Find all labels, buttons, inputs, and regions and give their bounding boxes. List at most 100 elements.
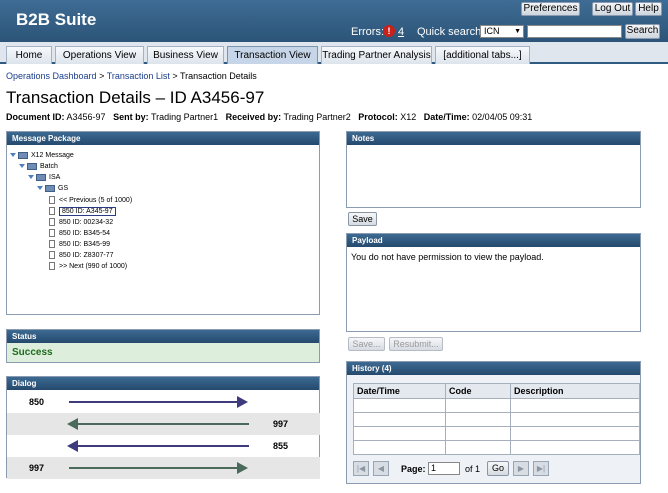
quick-search-label: Quick search: <box>417 26 485 38</box>
tree-node-gs[interactable]: GS <box>37 183 68 194</box>
errors-count-link[interactable]: 4 <box>398 26 404 38</box>
dialog-title: Dialog <box>7 377 319 390</box>
tree-node-x12-message[interactable]: X12 Message <box>10 150 74 161</box>
payload-save-button[interactable]: Save... <box>348 337 385 351</box>
message-type-label: 997 <box>29 463 45 473</box>
go-button[interactable]: Go <box>487 461 509 476</box>
breadcrumb-transaction-list[interactable]: Transaction List <box>107 71 170 81</box>
errors-label: Errors: <box>351 26 384 38</box>
payload-panel: Payload You do not have permission to vi… <box>346 233 641 332</box>
column-header-datetime[interactable]: Date/Time <box>353 383 446 399</box>
arrow-left-icon <box>77 445 249 447</box>
prev-page-icon[interactable]: ◀ <box>373 461 389 476</box>
tab-home[interactable]: Home <box>6 46 52 64</box>
expand-icon[interactable] <box>19 164 25 169</box>
column-header-description[interactable]: Description <box>510 383 640 399</box>
app-title: B2B Suite <box>16 10 97 29</box>
doc-id-value: A3456-97 <box>66 112 106 122</box>
doc-id-label: Document ID: <box>6 112 65 122</box>
table-row[interactable] <box>353 440 640 455</box>
column-header-code[interactable]: Code <box>445 383 511 399</box>
notes-textarea[interactable] <box>347 145 640 207</box>
help-button[interactable]: Help <box>635 2 662 16</box>
message-package-title: Message Package <box>7 132 319 145</box>
datetime-value: 02/04/05 09:31 <box>472 112 533 122</box>
arrow-right-icon <box>69 401 239 403</box>
logout-button[interactable]: Log Out <box>592 2 633 16</box>
tab-business-view[interactable]: Business View <box>147 46 224 64</box>
table-row[interactable] <box>353 426 640 441</box>
message-type-label: 850 <box>29 397 45 407</box>
resubmit-button[interactable]: Resubmit... <box>389 337 443 351</box>
payload-message: You do not have permission to view the p… <box>351 252 544 262</box>
document-icon <box>49 240 55 249</box>
folder-icon <box>45 184 55 192</box>
tree-node-batch[interactable]: Batch <box>19 161 58 172</box>
page-label: Page: <box>401 464 426 474</box>
expand-icon[interactable] <box>37 186 43 191</box>
tree-item[interactable]: 850 ID: Z8307-77 <box>49 250 113 261</box>
tree-item[interactable]: 850 ID: B345-99 <box>49 239 110 250</box>
datetime-label: Date/Time: <box>423 112 470 122</box>
tree-item-previous[interactable]: << Previous (5 of 1000) <box>49 195 132 206</box>
dialog-panel: Dialog 850 997 855 997 <box>6 376 320 479</box>
page-number-input[interactable]: 1 <box>428 462 460 475</box>
received-by-label: Received by: <box>225 112 282 122</box>
page-of-label: of 1 <box>465 464 481 474</box>
transaction-meta: Document ID: A3456-97 Sent by: Trading P… <box>6 112 532 122</box>
dialog-row: 855 <box>7 435 320 457</box>
status-value: Success <box>7 343 319 362</box>
first-page-icon[interactable]: |◀ <box>353 461 369 476</box>
history-table: Date/Time Code Description <box>353 383 640 455</box>
tree-item-selected[interactable]: 850 ID: A345-97 <box>49 206 116 217</box>
dialog-row: 850 <box>7 391 320 413</box>
chevron-down-icon: ▼ <box>514 28 521 35</box>
received-by-value: Trading Partner2 <box>283 112 351 122</box>
message-type-label: 855 <box>273 441 289 451</box>
tab-transaction-view[interactable]: Transaction View <box>227 46 318 64</box>
protocol-value: X12 <box>400 112 417 122</box>
message-type-label: 997 <box>273 419 289 429</box>
document-icon <box>49 229 55 238</box>
quick-search-type-select[interactable]: ICN ▼ <box>480 25 524 38</box>
arrow-left-icon <box>77 423 249 425</box>
breadcrumb-separator: > <box>99 71 105 81</box>
expand-icon[interactable] <box>10 153 16 158</box>
app-header: B2B Suite Preferences Log Out Help Error… <box>0 0 668 42</box>
expand-icon[interactable] <box>28 175 34 180</box>
last-page-icon[interactable]: ▶| <box>533 461 549 476</box>
notes-save-button[interactable]: Save <box>348 212 377 226</box>
history-panel: History (4) Date/Time Code Description |… <box>346 361 641 484</box>
quick-search-input[interactable] <box>527 25 622 38</box>
tree-item[interactable]: 850 ID: 00234-32 <box>49 217 113 228</box>
breadcrumb-current: Transaction Details <box>180 71 257 81</box>
tab-additional[interactable]: [additional tabs...] <box>435 46 530 64</box>
status-panel: Status Success <box>6 329 320 363</box>
next-page-icon[interactable]: ▶ <box>513 461 529 476</box>
breadcrumb-operations-dashboard[interactable]: Operations Dashboard <box>6 71 97 81</box>
search-button[interactable]: Search <box>625 24 660 39</box>
preferences-button[interactable]: Preferences <box>521 2 580 16</box>
document-icon <box>49 262 55 271</box>
tree-node-isa[interactable]: ISA <box>28 172 60 183</box>
sent-by-label: Sent by: <box>113 112 149 122</box>
folder-icon <box>36 173 46 181</box>
table-row[interactable] <box>353 412 640 427</box>
breadcrumb-separator: > <box>172 71 178 81</box>
history-pager: |◀ ◀ Page: 1 of 1 Go ▶ ▶| <box>353 461 553 479</box>
table-header-row: Date/Time Code Description <box>353 383 640 399</box>
error-icon[interactable]: ! <box>383 25 395 37</box>
table-row[interactable] <box>353 398 640 413</box>
dialog-row: 997 <box>7 413 320 435</box>
document-icon <box>49 207 55 216</box>
tab-operations-view[interactable]: Operations View <box>55 46 144 64</box>
tree-item-next[interactable]: >> Next (990 of 1000) <box>49 261 127 272</box>
tree-item[interactable]: 850 ID: B345-54 <box>49 228 110 239</box>
dialog-row: 997 <box>7 457 320 479</box>
status-title: Status <box>7 330 319 343</box>
quick-search-type-value: ICN <box>484 26 500 36</box>
tab-trading-partner-analysis[interactable]: Trading Partner Analysis <box>321 46 432 64</box>
page-title: Transaction Details – ID A3456-97 <box>6 88 265 107</box>
notes-title: Notes <box>347 132 640 145</box>
history-title: History (4) <box>347 362 640 375</box>
